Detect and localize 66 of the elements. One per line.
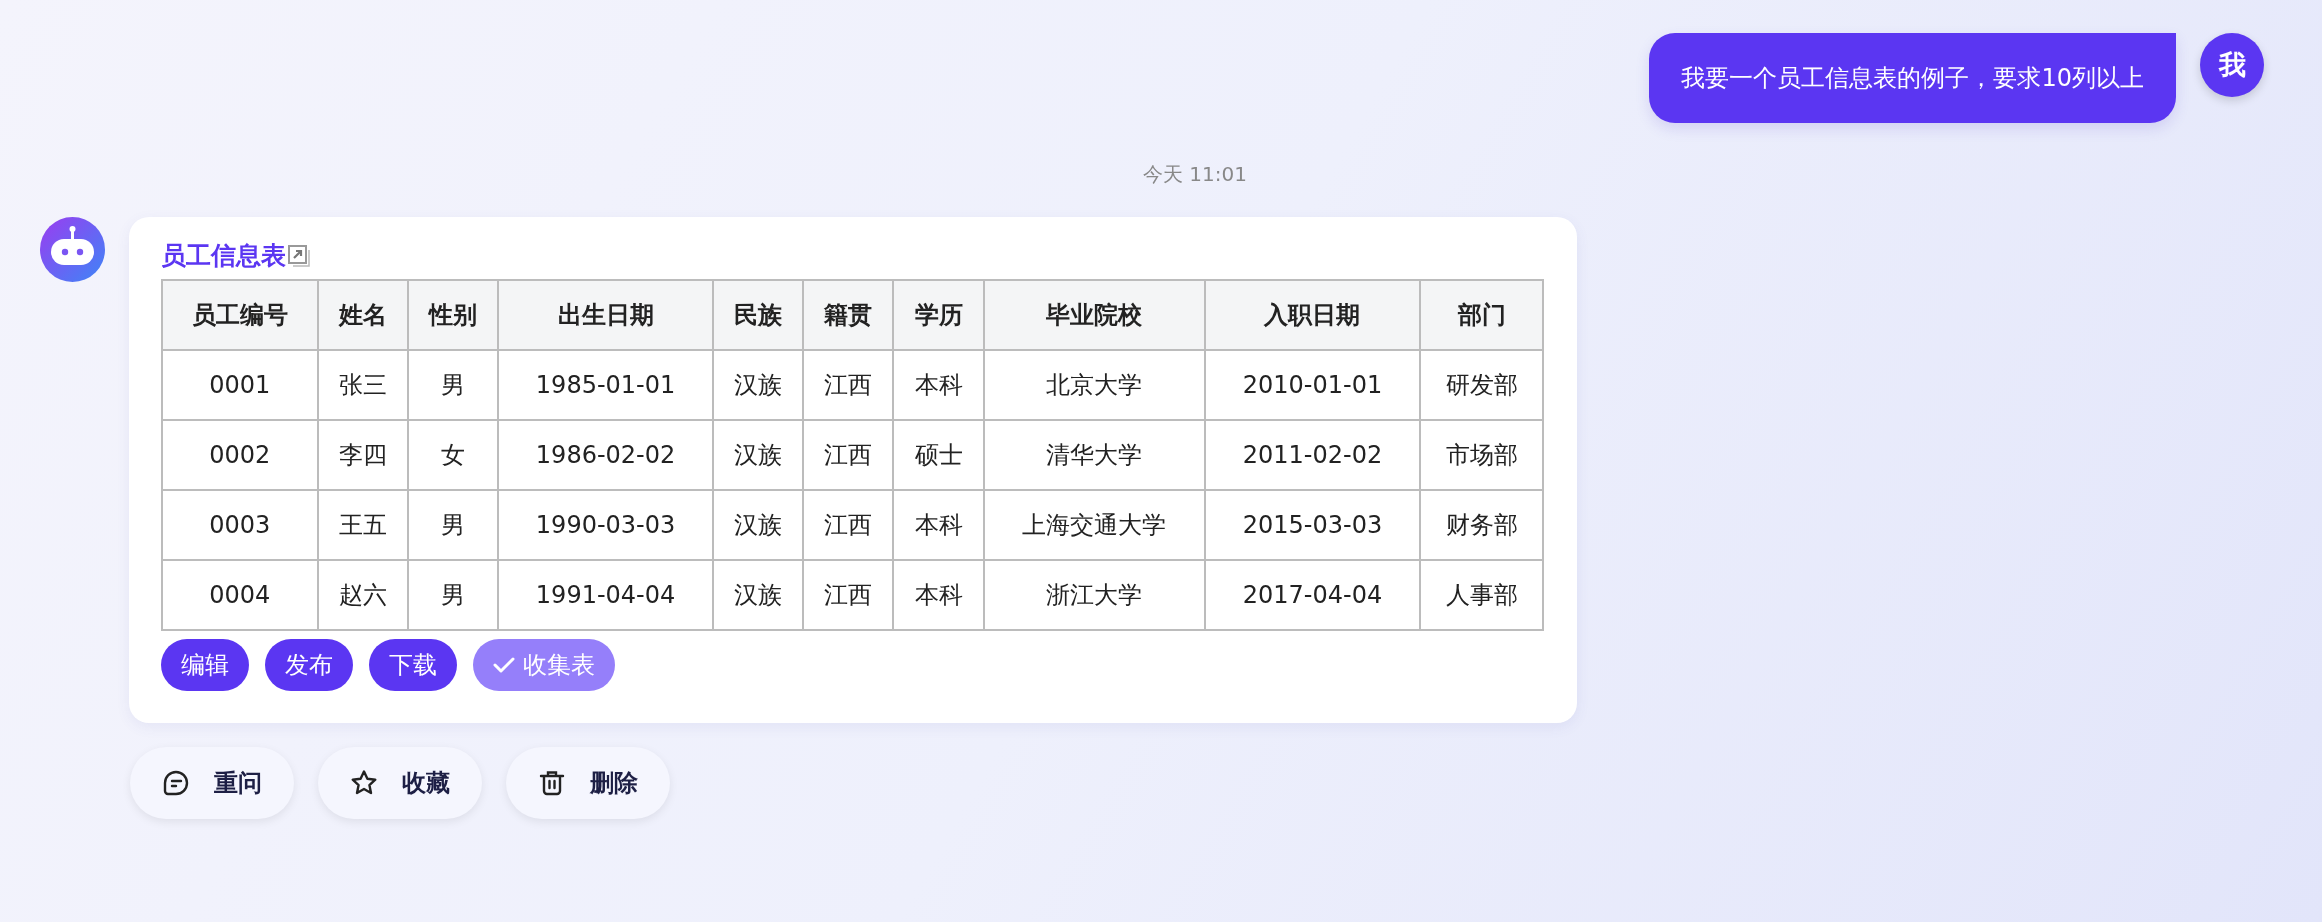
table-cell: 财务部: [1420, 489, 1543, 560]
table-cell: 硕士: [893, 419, 984, 490]
timestamp: 今天 11:01: [1142, 161, 1248, 188]
chat-bubble-icon: [162, 768, 190, 797]
table-cell: 人事部: [1420, 559, 1543, 630]
table-cell: 汉族: [713, 349, 804, 420]
table-title-link[interactable]: 员工信息表: [161, 237, 286, 275]
table-cell: 2011-02-02: [1204, 419, 1421, 490]
action-button[interactable]: 下载: [369, 638, 457, 691]
column-header: 学历: [893, 279, 984, 350]
column-header: 姓名: [317, 279, 408, 350]
table-cell: 江西: [803, 419, 894, 490]
column-header: 入职日期: [1204, 279, 1421, 350]
table-cell: 1985-01-01: [498, 349, 714, 420]
table-cell: 0001: [162, 349, 318, 420]
table-cell: 赵六: [317, 559, 408, 630]
table-cell: 本科: [893, 489, 984, 560]
table-cell: 1990-03-03: [498, 489, 714, 560]
table-cell: 汉族: [713, 489, 804, 560]
table-cell: 王五: [317, 489, 408, 560]
table-cell: 男: [407, 349, 499, 420]
table-cell: 李四: [317, 419, 408, 490]
column-header: 部门: [1420, 279, 1543, 350]
table-cell: 男: [407, 559, 499, 630]
table-cell: 1986-02-02: [498, 419, 714, 490]
table-cell: 研发部: [1420, 349, 1543, 420]
column-header: 性别: [407, 279, 499, 350]
table-cell: 江西: [803, 349, 894, 420]
column-header: 员工编号: [162, 279, 318, 350]
table-cell: 本科: [893, 349, 984, 420]
robot-avatar-icon: [40, 217, 105, 282]
table-cell: 上海交通大学: [983, 489, 1205, 560]
table-cell: 2017-04-04: [1204, 559, 1421, 630]
column-header: 毕业院校: [983, 279, 1205, 350]
table-cell: 0004: [162, 559, 318, 630]
table-cell: 1991-04-04: [498, 559, 714, 630]
reask-button[interactable]: 重问: [130, 746, 294, 819]
external-link-icon[interactable]: [288, 244, 310, 267]
table-cell: 市场部: [1420, 419, 1543, 490]
trash-icon: [538, 768, 566, 797]
table-cell: 北京大学: [983, 349, 1205, 420]
delete-button[interactable]: 删除: [506, 746, 670, 819]
table-cell: 张三: [317, 349, 408, 420]
action-button[interactable]: 发布: [265, 638, 353, 691]
table-cell: 清华大学: [983, 419, 1205, 490]
table-cell: 浙江大学: [983, 559, 1205, 630]
favorite-button[interactable]: 收藏: [318, 746, 482, 819]
table-cell: 汉族: [713, 559, 804, 630]
user-avatar: 我: [2200, 33, 2264, 97]
table-cell: 0002: [162, 419, 318, 490]
table-cell: 江西: [803, 559, 894, 630]
table-cell: 男: [407, 489, 499, 560]
column-header: 出生日期: [498, 279, 714, 350]
table-cell: 本科: [893, 559, 984, 630]
check-icon: [493, 655, 515, 674]
table-cell: 2015-03-03: [1204, 489, 1421, 560]
column-header: 籍贯: [803, 279, 894, 350]
table-cell: 0003: [162, 489, 318, 560]
table-cell: 江西: [803, 489, 894, 560]
action-button[interactable]: 编辑: [161, 638, 249, 691]
message-bubble: 我要一个员工信息表的例子，要求10列以上: [1649, 33, 2176, 123]
star-icon: [350, 768, 378, 797]
table-cell: 女: [407, 419, 499, 490]
table-cell: 2010-01-01: [1204, 349, 1421, 420]
table-cell: 汉族: [713, 419, 804, 490]
column-header: 民族: [713, 279, 804, 350]
